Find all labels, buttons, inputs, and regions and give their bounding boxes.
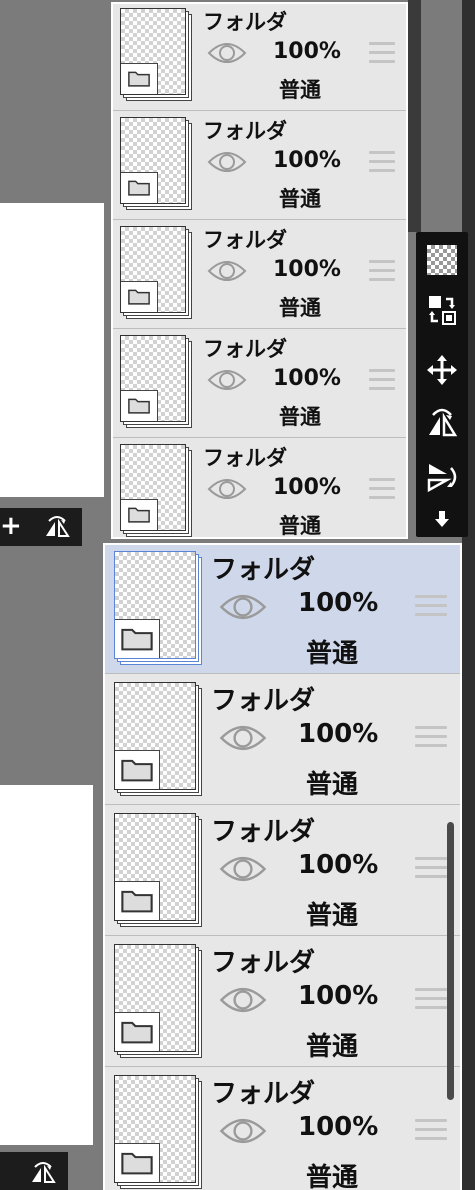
layer-blend-mode[interactable]: 普通 (306, 764, 358, 801)
visibility-eye-icon[interactable] (219, 984, 267, 1020)
layer-opacity[interactable]: 100% (273, 148, 341, 173)
window-edge (408, 0, 421, 232)
layer-thumbnail[interactable] (120, 226, 192, 319)
layer-opacity[interactable]: 100% (298, 1112, 378, 1142)
visibility-eye-icon[interactable] (207, 258, 247, 288)
visibility-eye-icon[interactable] (219, 1115, 267, 1151)
flip-horizontal-icon[interactable] (28, 1160, 58, 1186)
drag-handle-icon[interactable] (415, 595, 447, 622)
visibility-eye-icon[interactable] (219, 853, 267, 889)
layer-tools-toolbar (416, 232, 468, 537)
layer-opacity[interactable]: 100% (298, 981, 378, 1011)
folder-icon (115, 881, 160, 920)
layer-name: フォルダ (211, 1079, 316, 1109)
layer-blend-mode[interactable]: 普通 (279, 510, 321, 537)
visibility-eye-icon[interactable] (207, 367, 247, 397)
folder-icon (121, 63, 158, 94)
layer-thumbnail[interactable] (120, 117, 192, 210)
layer-thumbnail[interactable] (114, 682, 202, 796)
layer-name: フォルダ (211, 817, 316, 847)
layer-row[interactable]: フォルダ 100% 普通 (105, 1067, 460, 1190)
layer-panel-bottom: フォルダ 100% 普通 フォルダ 100% 普通 フォルダ 100% 普通 フォルダ 100% 普通… (103, 543, 462, 1190)
layer-name: フォルダ (203, 10, 287, 34)
drag-handle-icon[interactable] (415, 1119, 447, 1146)
folder-icon (121, 390, 158, 421)
layer-blend-mode[interactable]: 普通 (279, 74, 321, 104)
layer-blend-mode[interactable]: 普通 (306, 895, 358, 932)
visibility-eye-icon[interactable] (207, 149, 247, 179)
drag-handle-icon[interactable] (415, 857, 447, 884)
layer-row[interactable]: フォルダ 100% 普通 (113, 220, 406, 329)
drag-handle-icon[interactable] (369, 478, 395, 505)
layer-opacity[interactable]: 100% (273, 257, 341, 282)
layer-blend-mode[interactable]: 普通 (279, 183, 321, 213)
visibility-eye-icon[interactable] (207, 476, 247, 506)
canvas-toolbar-strip-lower (0, 1152, 68, 1190)
layer-name: フォルダ (203, 446, 287, 470)
layer-opacity[interactable]: 100% (273, 475, 341, 500)
layer-swap-icon[interactable] (422, 290, 462, 330)
layer-opacity[interactable]: 100% (273, 366, 341, 391)
layer-name: フォルダ (203, 228, 287, 252)
window-edge-right (462, 0, 475, 1190)
layer-name: フォルダ (211, 948, 316, 978)
folder-icon (115, 619, 160, 658)
layer-name: フォルダ (211, 686, 316, 716)
layer-list-scrollbar[interactable] (447, 822, 454, 1100)
canvas-area-upper[interactable] (0, 203, 104, 497)
layer-blend-mode[interactable]: 普通 (279, 292, 321, 322)
layer-name: フォルダ (211, 555, 316, 585)
layer-opacity[interactable]: 100% (298, 719, 378, 749)
layer-opacity[interactable]: 100% (273, 39, 341, 64)
flip-horizontal-icon[interactable] (42, 514, 72, 540)
layer-blend-mode[interactable]: 普通 (306, 1026, 358, 1063)
visibility-eye-icon[interactable] (207, 40, 247, 70)
layer-thumbnail[interactable] (120, 335, 192, 428)
layer-thumbnail[interactable] (114, 944, 202, 1058)
layer-thumbnail[interactable] (120, 444, 192, 537)
folder-icon (115, 1143, 160, 1182)
drag-handle-icon[interactable] (369, 42, 395, 69)
layer-opacity[interactable]: 100% (298, 850, 378, 880)
layer-thumbnail[interactable] (114, 1075, 202, 1189)
layer-thumbnail[interactable] (120, 8, 192, 101)
drag-handle-icon[interactable] (369, 369, 395, 396)
canvas-toolbar-strip-upper: + (0, 508, 82, 546)
layer-row[interactable]: フォルダ 100% 普通 (113, 438, 406, 537)
layer-row[interactable]: フォルダ 100% 普通 (105, 545, 460, 674)
drag-handle-icon[interactable] (369, 260, 395, 287)
move-down-icon[interactable] (422, 504, 462, 534)
layer-row[interactable]: フォルダ 100% 普通 (113, 329, 406, 438)
layer-blend-mode[interactable]: 普通 (279, 401, 321, 431)
layer-row[interactable]: フォルダ 100% 普通 (105, 674, 460, 805)
folder-icon (115, 750, 160, 789)
folder-icon (121, 281, 158, 312)
layer-thumbnail[interactable] (114, 813, 202, 927)
layer-blend-mode[interactable]: 普通 (306, 1157, 358, 1190)
layer-thumbnail[interactable] (114, 551, 202, 665)
move-icon[interactable] (422, 350, 462, 390)
visibility-eye-icon[interactable] (219, 722, 267, 758)
visibility-eye-icon[interactable] (219, 591, 267, 627)
layer-row[interactable]: フォルダ 100% 普通 (113, 111, 406, 220)
canvas-area-lower[interactable] (0, 785, 93, 1145)
add-icon[interactable]: + (0, 511, 22, 541)
folder-icon (121, 499, 158, 530)
drag-handle-icon[interactable] (369, 151, 395, 178)
flip-horizontal-icon[interactable] (422, 402, 462, 442)
drag-handle-icon[interactable] (415, 726, 447, 753)
folder-icon (121, 172, 158, 203)
flip-vertical-icon[interactable] (422, 457, 462, 497)
folder-icon (115, 1012, 160, 1051)
layer-row[interactable]: フォルダ 100% 普通 (105, 936, 460, 1067)
layer-name: フォルダ (203, 337, 287, 361)
layer-panel-top: フォルダ 100% 普通 フォルダ 100% 普通 フォルダ 100% 普通 フォルダ 100% 普通… (111, 2, 408, 539)
layer-opacity[interactable]: 100% (298, 588, 378, 618)
layer-blend-mode[interactable]: 普通 (306, 633, 358, 670)
drag-handle-icon[interactable] (415, 988, 447, 1015)
layer-name: フォルダ (203, 119, 287, 143)
layer-row[interactable]: フォルダ 100% 普通 (113, 4, 406, 111)
layer-row[interactable]: フォルダ 100% 普通 (105, 805, 460, 936)
transparency-checker-icon[interactable] (422, 240, 462, 280)
